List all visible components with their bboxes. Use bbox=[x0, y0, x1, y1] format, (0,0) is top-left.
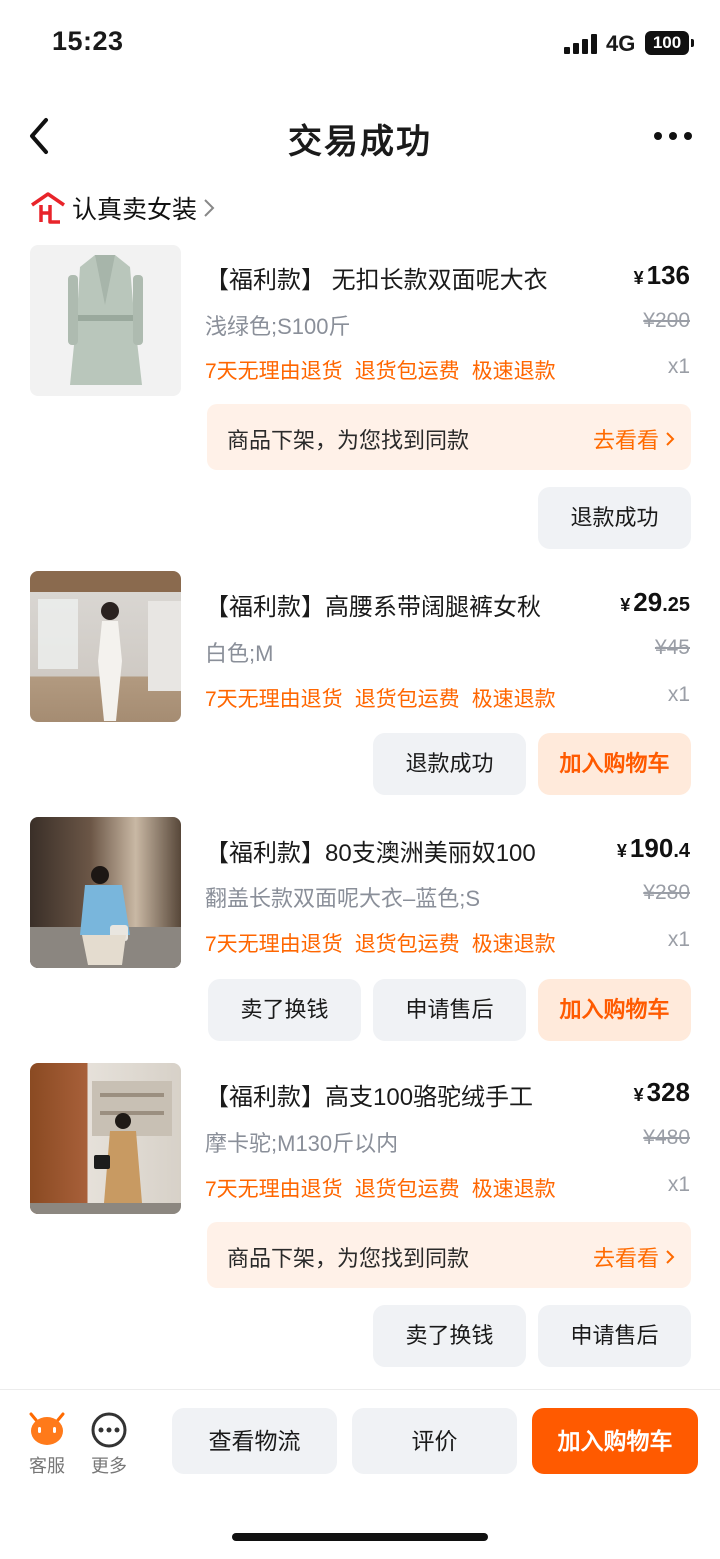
product-price: ¥29.25 bbox=[620, 587, 690, 617]
service-tags: 7天无理由退货 退货包运费 极速退款 bbox=[205, 355, 556, 385]
bottom-action-bar: 客服 更多 查看物流 评价 加入购物车 bbox=[0, 1389, 720, 1559]
service-tag: 退货包运费 bbox=[354, 688, 460, 711]
product-image[interactable] bbox=[30, 571, 181, 722]
original-price: ¥280 bbox=[643, 881, 690, 904]
order-item: 【福利款】 无扣长款双面呢大衣 ¥136 浅绿色;S100斤 ¥200 7天无理… bbox=[0, 245, 720, 555]
after-sales-button[interactable]: 申请售后 bbox=[538, 1305, 691, 1367]
service-tags: 7天无理由退货 退货包运费 极速退款 bbox=[205, 683, 556, 713]
product-spec: 摩卡驼;M130斤以内 bbox=[205, 1131, 399, 1156]
service-tag: 极速退款 bbox=[471, 1178, 556, 1201]
nav-bar: 交易成功 bbox=[0, 100, 720, 172]
shop-name: 认真卖女装 bbox=[72, 196, 198, 224]
product-spec: 翻盖长款双面呢大衣–蓝色;S bbox=[205, 886, 481, 911]
more-options-button[interactable] bbox=[650, 122, 696, 150]
add-to-cart-main-button[interactable]: 加入购物车 bbox=[532, 1408, 698, 1474]
quantity: x1 bbox=[667, 355, 690, 378]
product-title[interactable]: 【福利款】高支100骆驼绒手工 bbox=[205, 1077, 533, 1112]
refund-success-button[interactable]: 退款成功 bbox=[538, 487, 691, 549]
service-tag: 极速退款 bbox=[471, 933, 556, 956]
add-to-cart-button[interactable]: 加入购物车 bbox=[538, 979, 691, 1041]
order-item: 【福利款】80支澳洲美丽奴100 ¥190.4 翻盖长款双面呢大衣–蓝色;S ¥… bbox=[0, 817, 720, 1047]
status-time: 15:23 bbox=[52, 26, 124, 56]
notice-text: 商品下架，为您找到同款 bbox=[227, 428, 470, 453]
page-title: 交易成功 bbox=[288, 123, 432, 161]
more-circle-icon bbox=[91, 1412, 127, 1448]
similar-item-notice[interactable]: 商品下架，为您找到同款 去看看 bbox=[207, 1222, 691, 1288]
home-indicator bbox=[232, 1533, 488, 1541]
product-price: ¥136 bbox=[633, 260, 690, 290]
chevron-right-icon bbox=[666, 432, 675, 446]
service-tag: 退货包运费 bbox=[354, 1178, 460, 1201]
view-similar-link[interactable]: 去看看 bbox=[593, 1241, 675, 1273]
product-spec: 浅绿色;S100斤 bbox=[205, 314, 351, 339]
product-price: ¥190.4 bbox=[616, 833, 690, 863]
chevron-right-icon bbox=[666, 1250, 675, 1264]
customer-service-label[interactable]: 客服 bbox=[17, 1452, 77, 1478]
quantity: x1 bbox=[667, 928, 690, 951]
notice-text: 商品下架，为您找到同款 bbox=[227, 1246, 470, 1271]
resell-button[interactable]: 卖了换钱 bbox=[208, 979, 361, 1041]
service-tags: 7天无理由退货 退货包运费 极速退款 bbox=[205, 928, 556, 958]
original-price: ¥45 bbox=[654, 636, 690, 659]
service-tag: 7天无理由退货 bbox=[205, 1178, 343, 1201]
product-title[interactable]: 【福利款】 无扣长款双面呢大衣 bbox=[205, 260, 548, 295]
order-item: 【福利款】高腰系带阔腿裤女秋 ¥29.25 白色;M ¥45 7天无理由退货 退… bbox=[0, 571, 720, 801]
original-price: ¥200 bbox=[643, 309, 690, 332]
shop-icon bbox=[31, 192, 65, 224]
order-item: 【福利款】高支100骆驼绒手工 ¥328 摩卡驼;M130斤以内 ¥480 7天… bbox=[0, 1063, 720, 1373]
network-type: 4G bbox=[606, 31, 636, 56]
after-sales-button[interactable]: 申请售后 bbox=[373, 979, 526, 1041]
view-similar-link[interactable]: 去看看 bbox=[593, 423, 675, 455]
original-price: ¥480 bbox=[643, 1126, 690, 1149]
service-tag: 退货包运费 bbox=[354, 360, 460, 383]
review-button[interactable]: 评价 bbox=[352, 1408, 517, 1474]
battery-icon: 100 bbox=[645, 31, 694, 55]
customer-service-button[interactable] bbox=[22, 1408, 72, 1453]
signal-icon bbox=[564, 34, 600, 54]
product-title[interactable]: 【福利款】高腰系带阔腿裤女秋 bbox=[205, 587, 541, 622]
product-image[interactable] bbox=[30, 245, 181, 396]
product-price: ¥328 bbox=[633, 1077, 690, 1107]
product-image[interactable] bbox=[30, 817, 181, 968]
status-bar: 15:23 4G 100 bbox=[0, 0, 720, 90]
product-image[interactable] bbox=[30, 1063, 181, 1214]
more-label[interactable]: 更多 bbox=[79, 1452, 139, 1478]
service-tag: 退货包运费 bbox=[354, 933, 460, 956]
quantity: x1 bbox=[667, 683, 690, 706]
shop-header[interactable]: 认真卖女装 bbox=[30, 188, 215, 228]
service-tag: 7天无理由退货 bbox=[205, 933, 343, 956]
service-tags: 7天无理由退货 退货包运费 极速退款 bbox=[205, 1173, 556, 1203]
similar-item-notice[interactable]: 商品下架，为您找到同款 去看看 bbox=[207, 404, 691, 470]
customer-service-icon bbox=[29, 1412, 65, 1445]
service-tag: 极速退款 bbox=[471, 688, 556, 711]
resell-button[interactable]: 卖了换钱 bbox=[373, 1305, 526, 1367]
product-spec: 白色;M bbox=[205, 641, 274, 666]
more-button[interactable] bbox=[84, 1408, 134, 1453]
quantity: x1 bbox=[667, 1173, 690, 1196]
view-logistics-button[interactable]: 查看物流 bbox=[172, 1408, 337, 1474]
service-tag: 7天无理由退货 bbox=[205, 688, 343, 711]
chevron-right-icon bbox=[204, 199, 215, 217]
service-tag: 极速退款 bbox=[471, 360, 556, 383]
product-title[interactable]: 【福利款】80支澳洲美丽奴100 bbox=[205, 833, 536, 868]
service-tag: 7天无理由退货 bbox=[205, 360, 343, 383]
refund-success-button[interactable]: 退款成功 bbox=[373, 733, 526, 795]
add-to-cart-button[interactable]: 加入购物车 bbox=[538, 733, 691, 795]
